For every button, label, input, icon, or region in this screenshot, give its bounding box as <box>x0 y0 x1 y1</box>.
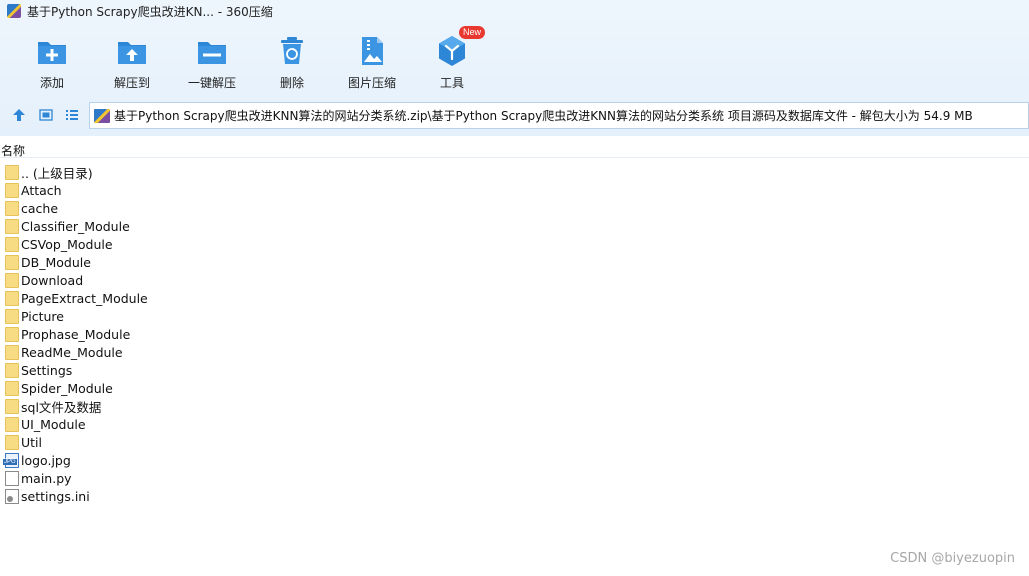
column-header-name[interactable]: 名称 <box>1 142 25 159</box>
folder-icon <box>5 164 19 180</box>
file-name: cache <box>21 200 59 216</box>
folder-icon <box>5 434 19 450</box>
window-title: 基于Python Scrapy爬虫改进KN... - 360压缩 <box>27 4 273 19</box>
list-item[interactable]: logo.jpg <box>0 451 1029 469</box>
list-item[interactable]: UI_Module <box>0 415 1029 433</box>
list-header: 名称 <box>0 140 1029 158</box>
delete-button[interactable]: 删除 <box>252 26 332 91</box>
list-item[interactable]: DB_Module <box>0 253 1029 271</box>
jpg-file-icon <box>3 452 19 468</box>
file-name: Settings <box>21 362 73 378</box>
add-icon <box>35 34 69 68</box>
file-name: .. (上级目录) <box>21 165 93 181</box>
image-compress-label: 图片压缩 <box>347 76 396 90</box>
toolbar: 添加 解压到 一键解压 删除 图片压缩 New 工具 <box>0 26 1029 96</box>
add-button[interactable]: 添加 <box>12 26 92 91</box>
folder-icon <box>5 344 19 360</box>
list-item[interactable]: PageExtract_Module <box>0 289 1029 307</box>
list-item[interactable]: cache <box>0 199 1029 217</box>
file-name: CSVop_Module <box>21 236 113 252</box>
list-view-icon[interactable] <box>63 106 81 124</box>
one-click-extract-label: 一键解压 <box>187 76 236 90</box>
address-path: 基于Python Scrapy爬虫改进KNN算法的网站分类系统.zip\基于Py… <box>114 109 973 123</box>
list-item[interactable]: Util <box>0 433 1029 451</box>
file-name: main.py <box>21 470 72 486</box>
extract-to-label: 解压到 <box>113 76 150 90</box>
folder-icon <box>5 182 19 198</box>
tools-icon: New <box>435 26 485 68</box>
list-item-parent-dir[interactable]: .. (上级目录) <box>0 163 1029 181</box>
address-field[interactable]: 基于Python Scrapy爬虫改进KNN算法的网站分类系统.zip\基于Py… <box>89 102 1029 129</box>
folder-icon <box>5 380 19 396</box>
file-name: Attach <box>21 182 62 198</box>
folder-icon <box>5 290 19 306</box>
list-item[interactable]: Classifier_Module <box>0 217 1029 235</box>
list-item[interactable]: CSVop_Module <box>0 235 1029 253</box>
python-file-icon <box>5 470 19 486</box>
list-item[interactable]: Prophase_Module <box>0 325 1029 343</box>
title-bar: 基于Python Scrapy爬虫改进KN... - 360压缩 <box>0 0 1029 22</box>
file-name: UI_Module <box>21 416 86 432</box>
address-bar: 基于Python Scrapy爬虫改进KNN算法的网站分类系统.zip\基于Py… <box>0 101 1029 129</box>
app-logo-icon <box>7 4 21 18</box>
file-name: Spider_Module <box>21 380 113 396</box>
delete-icon <box>275 34 309 68</box>
list-item[interactable]: Download <box>0 271 1029 289</box>
file-name: sql文件及数据 <box>21 399 102 415</box>
one-click-extract-button[interactable]: 一键解压 <box>172 26 252 91</box>
list-item[interactable]: sql文件及数据 <box>0 397 1029 415</box>
add-label: 添加 <box>39 76 64 90</box>
image-compress-icon <box>355 34 389 68</box>
extract-to-button[interactable]: 解压到 <box>92 26 172 91</box>
file-name: Prophase_Module <box>21 326 131 342</box>
list-item[interactable]: Picture <box>0 307 1029 325</box>
watermark: CSDN @biyezuopin <box>890 551 1015 566</box>
one-click-extract-icon <box>195 34 229 68</box>
tools-button[interactable]: New 工具 <box>412 26 492 91</box>
image-compress-button[interactable]: 图片压缩 <box>332 26 412 91</box>
file-name: Picture <box>21 308 64 324</box>
file-name: settings.ini <box>21 488 90 504</box>
folder-icon <box>5 416 19 432</box>
folder-icon <box>5 200 19 216</box>
list-item[interactable]: Attach <box>0 181 1029 199</box>
list-item[interactable]: ReadMe_Module <box>0 343 1029 361</box>
ini-file-icon <box>5 488 19 504</box>
file-list: .. (上级目录) Attach cache Classifier_Module… <box>0 163 1029 505</box>
folder-icon <box>5 254 19 270</box>
list-item[interactable]: Spider_Module <box>0 379 1029 397</box>
folder-icon <box>5 326 19 342</box>
folder-icon <box>5 398 19 414</box>
file-name: Util <box>21 434 42 450</box>
folder-icon <box>5 308 19 324</box>
thumbnail-view-icon[interactable] <box>37 106 55 124</box>
file-name: PageExtract_Module <box>21 290 148 306</box>
list-item[interactable]: main.py <box>0 469 1029 487</box>
delete-label: 删除 <box>279 76 304 90</box>
folder-icon <box>5 218 19 234</box>
folder-icon <box>5 362 19 378</box>
up-level-icon[interactable] <box>10 106 28 124</box>
list-item[interactable]: Settings <box>0 361 1029 379</box>
file-name: Classifier_Module <box>21 218 130 234</box>
file-name: DB_Module <box>21 254 91 270</box>
tools-label: 工具 <box>439 76 464 90</box>
folder-icon <box>5 236 19 252</box>
file-name: ReadMe_Module <box>21 344 123 360</box>
list-item[interactable]: settings.ini <box>0 487 1029 505</box>
folder-icon <box>5 272 19 288</box>
new-badge: New <box>458 26 485 39</box>
file-name: Download <box>21 272 84 288</box>
file-name: logo.jpg <box>21 452 71 468</box>
extract-to-icon <box>115 34 149 68</box>
zip-archive-icon <box>94 108 110 123</box>
